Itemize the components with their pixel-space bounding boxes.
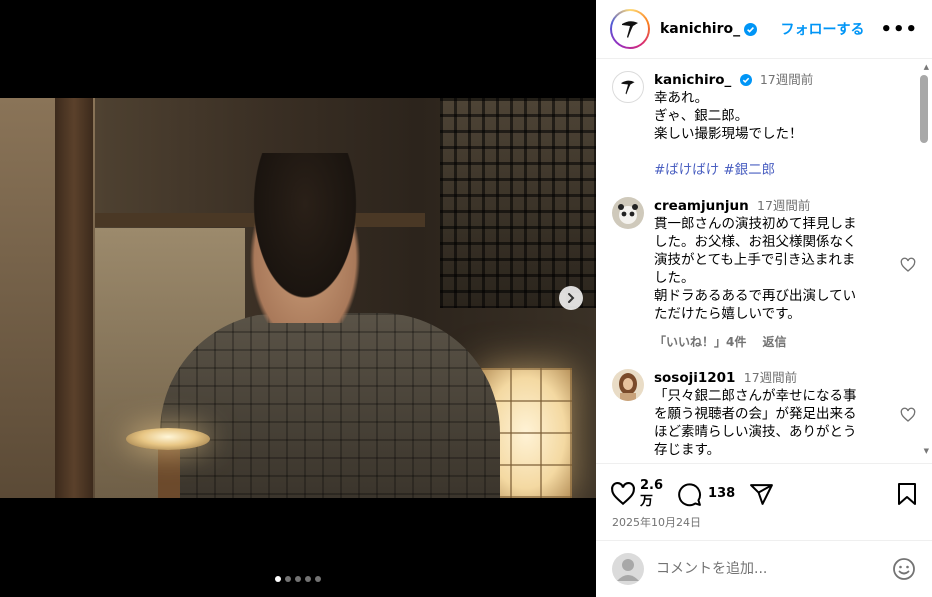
caption: kanichiro_ 17週間前 幸あれ。 ぎゃ、銀二郎。 楽しい撮影現場でした… <box>596 71 932 179</box>
comment-line: を願う視聴者の会」が発足出来る <box>654 406 857 422</box>
comment-text: 貫一郎さんの演技初めて拝見しま した。お父様、お祖父様関係なく 演技がとても上手… <box>654 215 876 323</box>
author-username[interactable]: kanichiro_ <box>660 21 740 37</box>
next-arrow-icon <box>568 293 575 303</box>
author-logo-icon <box>622 21 638 38</box>
scroll-up-icon[interactable]: ▲ <box>924 63 929 71</box>
reply-button[interactable]: 返信 <box>763 335 787 349</box>
comment-line: ただけたら嬉しいです。 <box>654 306 801 322</box>
comment-line: した。お父様、お祖父様関係なく <box>654 234 857 250</box>
carousel-indicator <box>0 576 596 582</box>
caption-text: 幸あれ。 ぎゃ、銀二郎。 楽しい撮影現場でした！ <box>654 89 916 143</box>
post-photo <box>0 98 596 498</box>
verified-badge-icon <box>739 74 752 86</box>
commenter-avatar[interactable] <box>612 197 644 229</box>
hashtag-link[interactable]: #銀二郎 <box>723 162 775 178</box>
carousel-dot <box>295 576 301 582</box>
verified-badge-icon <box>744 22 758 36</box>
comment-line: 「只々銀二郎さんが幸せになる事 <box>654 388 857 404</box>
emoji-icon <box>893 558 915 580</box>
media-viewer <box>0 0 596 597</box>
comment-icon <box>678 482 702 506</box>
add-comment-bar <box>596 540 932 597</box>
caption-username[interactable]: kanichiro_ <box>654 72 731 88</box>
comment-line: ほど素晴らしい演技、ありがとう <box>654 424 857 440</box>
like-count-unit: 万 <box>640 494 654 509</box>
comment-input[interactable] <box>656 561 892 577</box>
comment-line: した。 <box>654 270 695 286</box>
carousel-dot <box>315 576 321 582</box>
comment-timestamp: 17週間前 <box>757 198 811 213</box>
share-button[interactable] <box>749 482 774 507</box>
post-header: kanichiro_ フォローする ••• <box>596 0 932 59</box>
comment-line: 存じます。 <box>654 442 721 458</box>
comment-likes-count[interactable]: 「いいね！」4件 <box>654 335 746 349</box>
heart-icon[interactable] <box>900 407 916 423</box>
like-count[interactable]: 2.6 万 <box>640 478 663 510</box>
comment-count: 138 <box>708 486 736 501</box>
like-count-number: 2.6 <box>640 478 664 493</box>
comment-item: sosoji1201 17週間前 「只々銀二郎さんが幸せになる事 を願う視聴者の… <box>596 369 932 459</box>
caption-line: ぎゃ、銀二郎。 <box>654 108 749 124</box>
commenter-avatar[interactable] <box>612 369 644 401</box>
carousel-next-button[interactable] <box>559 286 583 310</box>
comment-text: 「只々銀二郎さんが幸せになる事 を願う視聴者の会」が発足出来る ほど素晴らしい演… <box>654 387 876 459</box>
comment-timestamp: 17週間前 <box>743 370 798 385</box>
caption-line: 幸あれ。 <box>654 90 709 106</box>
hashtag-link[interactable]: #ばけばけ <box>654 162 719 178</box>
author-avatar[interactable] <box>610 9 650 49</box>
share-icon <box>750 483 774 505</box>
emoji-button[interactable] <box>892 557 916 581</box>
scroll-down-icon[interactable]: ▼ <box>924 447 929 455</box>
comment-button[interactable] <box>677 482 702 507</box>
carousel-dot <box>275 576 281 582</box>
heart-icon[interactable] <box>900 257 916 273</box>
post-side-panel: kanichiro_ フォローする ••• kanichiro_ 17週間前 幸… <box>596 0 932 597</box>
bookmark-icon <box>898 483 916 505</box>
save-button[interactable] <box>896 482 918 506</box>
comment-line: 貫一郎さんの演技初めて拝見しま <box>654 216 857 232</box>
commenter-username[interactable]: creamjunjun <box>654 198 749 214</box>
heart-icon <box>611 482 635 506</box>
scrollbar-thumb[interactable] <box>920 75 928 143</box>
hashtags: #ばけばけ #銀二郎 <box>654 161 916 179</box>
comments-scroll-area[interactable]: kanichiro_ 17週間前 幸あれ。 ぎゃ、銀二郎。 楽しい撮影現場でした… <box>596 60 932 462</box>
comment-item: creamjunjun 17週間前 貫一郎さんの演技初めて拝見しま した。お父様… <box>596 197 932 351</box>
action-bar: 2.6 万 138 2025年10月24日 <box>596 463 932 530</box>
carousel-dot <box>305 576 311 582</box>
author-logo-icon <box>621 80 635 95</box>
caption-timestamp: 17週間前 <box>759 72 814 87</box>
caption-line: 楽しい撮影現場でした！ <box>654 126 803 142</box>
follow-button[interactable]: フォローする <box>780 19 864 39</box>
user-avatar-icon <box>612 553 644 585</box>
comment-line: 朝ドラあるあるで再び出演してい <box>654 288 857 304</box>
kebab-menu-icon[interactable]: ••• <box>880 19 918 40</box>
carousel-dot <box>285 576 291 582</box>
comment-line: 演技がとても上手で引き込まれま <box>654 252 856 268</box>
commenter-username[interactable]: sosoji1201 <box>654 370 735 386</box>
like-button[interactable] <box>610 481 636 507</box>
post-date[interactable]: 2025年10月24日 <box>596 512 932 530</box>
caption-avatar[interactable] <box>612 71 644 103</box>
